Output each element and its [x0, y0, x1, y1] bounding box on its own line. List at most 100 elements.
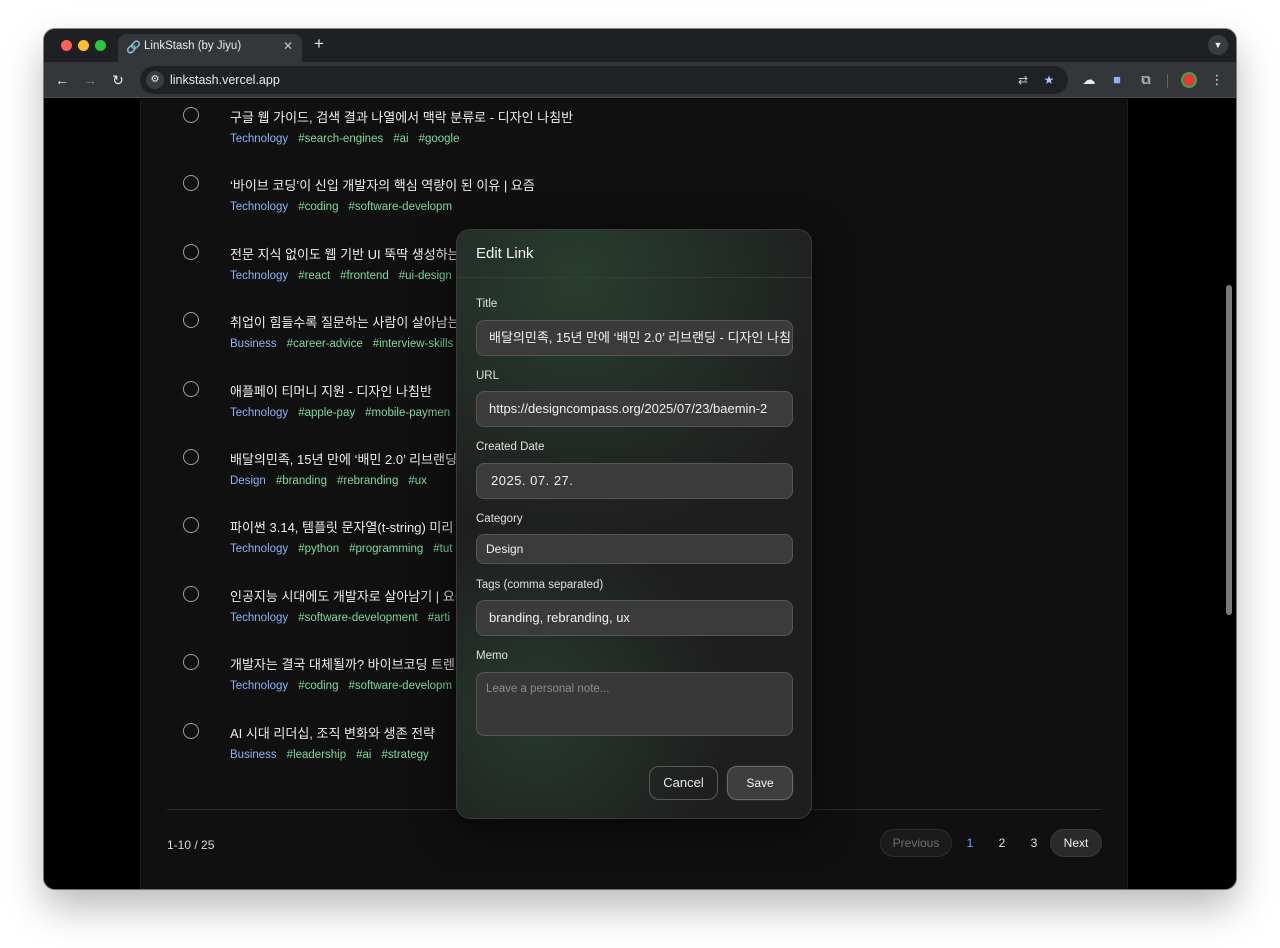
link-title[interactable]: 파이썬 3.14, 템플릿 문자열(t-string) 미리 보	[230, 517, 469, 536]
category-badge[interactable]: Technology	[230, 133, 288, 145]
link-row[interactable]: ‘바이브 코딩’이 신입 개발자의 핵심 역량이 된 이유 | 요즘 Techno…	[141, 169, 1127, 237]
tag-chip[interactable]: #software-developm	[348, 680, 452, 692]
tag-chip[interactable]: #strategy	[382, 749, 429, 761]
browser-tab[interactable]: 🔗 LinkStash (by Jiyu) ✕	[118, 34, 302, 62]
tag-chip[interactable]: #ai	[356, 749, 371, 761]
category-badge[interactable]: Technology	[230, 680, 288, 692]
link-title[interactable]: 구글 웹 가이드, 검색 결과 나열에서 맥락 분류로 - 디자인 나침반	[230, 107, 573, 126]
link-meta: Business #career-advice #interview-skills	[230, 338, 463, 350]
maximize-window-button[interactable]	[95, 40, 106, 51]
link-title[interactable]: 인공지능 시대에도 개발자로 살아남기 | 요즘IT	[230, 586, 478, 605]
tag-chip[interactable]: #google	[419, 133, 460, 145]
tag-chip[interactable]: #ui-design	[399, 270, 452, 282]
select-radio[interactable]	[183, 243, 199, 260]
cloud-extension-icon[interactable]: ☁	[1079, 70, 1099, 90]
page-3-button[interactable]: 3	[1022, 829, 1046, 857]
chevron-down-icon[interactable]: ▼	[1208, 35, 1228, 55]
select-radio[interactable]	[183, 380, 199, 397]
close-icon[interactable]: ✕	[280, 38, 296, 54]
tags-input[interactable]: branding, rebranding, ux	[476, 600, 793, 636]
site-info-icon[interactable]: ⚙	[146, 71, 164, 89]
title-input[interactable]: 배달의민족, 15년 만에 ‘배민 2.0’ 리브랜딩 - 디자인 나침반	[476, 320, 793, 356]
profile-avatar[interactable]	[1181, 72, 1197, 88]
link-row[interactable]: 구글 웹 가이드, 검색 결과 나열에서 맥락 분류로 - 디자인 나침반 Tec…	[141, 101, 1127, 169]
tag-chip[interactable]: #search-engines	[298, 133, 383, 145]
shield-extension-icon[interactable]: ■	[1107, 70, 1127, 90]
tag-chip[interactable]: #software-development	[298, 612, 418, 624]
tag-chip[interactable]: #apple-pay	[298, 407, 355, 419]
page-2-button[interactable]: 2	[990, 829, 1014, 857]
back-button[interactable]: ←	[52, 70, 72, 90]
memo-textarea[interactable]: Leave a personal note...	[476, 672, 793, 736]
extensions-puzzle-icon[interactable]: ⧉	[1136, 70, 1156, 90]
tag-chip[interactable]: #arti	[428, 612, 450, 624]
minimize-window-button[interactable]	[78, 40, 89, 51]
tag-chip[interactable]: #react	[298, 270, 330, 282]
bookmark-star-icon[interactable]: ★	[1040, 71, 1058, 89]
next-page-button[interactable]: Next	[1050, 829, 1102, 857]
link-title[interactable]: 애플페이 티머니 지원 - 디자인 나침반	[230, 381, 432, 400]
select-radio[interactable]	[183, 107, 199, 123]
link-icon: 🔗	[126, 40, 141, 54]
category-badge[interactable]: Technology	[230, 612, 288, 624]
page-1-button[interactable]: 1	[958, 829, 982, 857]
tag-chip[interactable]: #career-advice	[287, 338, 363, 350]
tag-chip[interactable]: #frontend	[340, 270, 389, 282]
category-badge[interactable]: Technology	[230, 543, 288, 555]
select-radio[interactable]	[183, 654, 199, 671]
tag-chip[interactable]: #programming	[349, 543, 423, 555]
link-meta: Technology #react #frontend #ui-design	[230, 270, 462, 282]
created-date-input[interactable]: 2025. 07. 27.	[476, 463, 793, 499]
category-badge[interactable]: Design	[230, 475, 266, 487]
url-input[interactable]: https://designcompass.org/2025/07/23/bae…	[476, 391, 793, 427]
save-button[interactable]: Save	[727, 766, 793, 800]
select-radio[interactable]	[183, 585, 199, 602]
tag-chip[interactable]: #rebranding	[337, 475, 398, 487]
memo-label: Memo	[476, 650, 508, 662]
select-radio[interactable]	[183, 449, 199, 465]
scrollbar[interactable]	[1226, 285, 1232, 615]
cancel-button[interactable]: Cancel	[649, 766, 718, 800]
select-radio[interactable]	[183, 312, 199, 329]
address-bar[interactable]: ⚙ linkstash.vercel.app ⇄ ★	[140, 66, 1068, 94]
tag-chip[interactable]: #coding	[298, 680, 338, 692]
tag-chip[interactable]: #interview-skills	[373, 338, 454, 350]
created-date-label: Created Date	[476, 441, 545, 453]
forward-button[interactable]: →	[80, 70, 100, 90]
category-badge[interactable]: Technology	[230, 201, 288, 213]
dialog-title: Edit Link	[476, 245, 534, 262]
category-badge[interactable]: Technology	[230, 270, 288, 282]
tag-chip[interactable]: #tut	[433, 543, 452, 555]
tag-chip[interactable]: #software-developm	[348, 201, 452, 213]
select-radio[interactable]	[183, 517, 199, 534]
link-title[interactable]: 배달의민족, 15년 만에 ‘배민 2.0’ 리브랜딩 - 디	[230, 449, 480, 468]
link-title[interactable]: 전문 지식 없이도 웹 기반 UI 뚝딱 생성하는 ‘H	[230, 244, 476, 263]
new-tab-button[interactable]: +	[310, 35, 328, 53]
link-meta: Technology #search-engines #ai #google	[230, 133, 470, 145]
tag-chip[interactable]: #leadership	[287, 749, 346, 761]
category-select[interactable]: Design	[476, 534, 793, 564]
category-badge[interactable]: Business	[230, 338, 277, 350]
link-title[interactable]: ‘바이브 코딩’이 신입 개발자의 핵심 역량이 된 이유 | 요즘	[230, 175, 535, 194]
link-title[interactable]: 취업이 힘들수록 질문하는 사람이 살아남는다 |	[230, 312, 479, 331]
tag-chip[interactable]: #python	[298, 543, 339, 555]
tag-chip[interactable]: #branding	[276, 475, 327, 487]
browser-window: 🔗 LinkStash (by Jiyu) ✕ + ▼ ← → ↻ ⚙ link…	[44, 29, 1236, 889]
reload-button[interactable]: ↻	[108, 70, 128, 90]
select-radio[interactable]	[183, 175, 199, 192]
previous-page-button[interactable]: Previous	[880, 829, 952, 857]
url-text[interactable]: linkstash.vercel.app	[170, 73, 280, 87]
translate-icon[interactable]: ⇄	[1014, 71, 1032, 89]
category-badge[interactable]: Business	[230, 749, 277, 761]
tab-strip: 🔗 LinkStash (by Jiyu) ✕ + ▼	[44, 29, 1236, 62]
category-badge[interactable]: Technology	[230, 407, 288, 419]
link-title[interactable]: 개발자는 결국 대체될까? 바이브코딩 트렌드 리	[230, 654, 483, 673]
tag-chip[interactable]: #coding	[298, 201, 338, 213]
tag-chip[interactable]: #mobile-paymen	[365, 407, 450, 419]
tag-chip[interactable]: #ux	[408, 475, 427, 487]
select-radio[interactable]	[183, 722, 199, 739]
menu-kebab-icon[interactable]: ⋮	[1207, 70, 1227, 90]
link-title[interactable]: AI 시대 리더십, 조직 변화와 생존 전략	[230, 723, 435, 742]
close-window-button[interactable]	[61, 40, 72, 51]
tag-chip[interactable]: #ai	[393, 133, 408, 145]
